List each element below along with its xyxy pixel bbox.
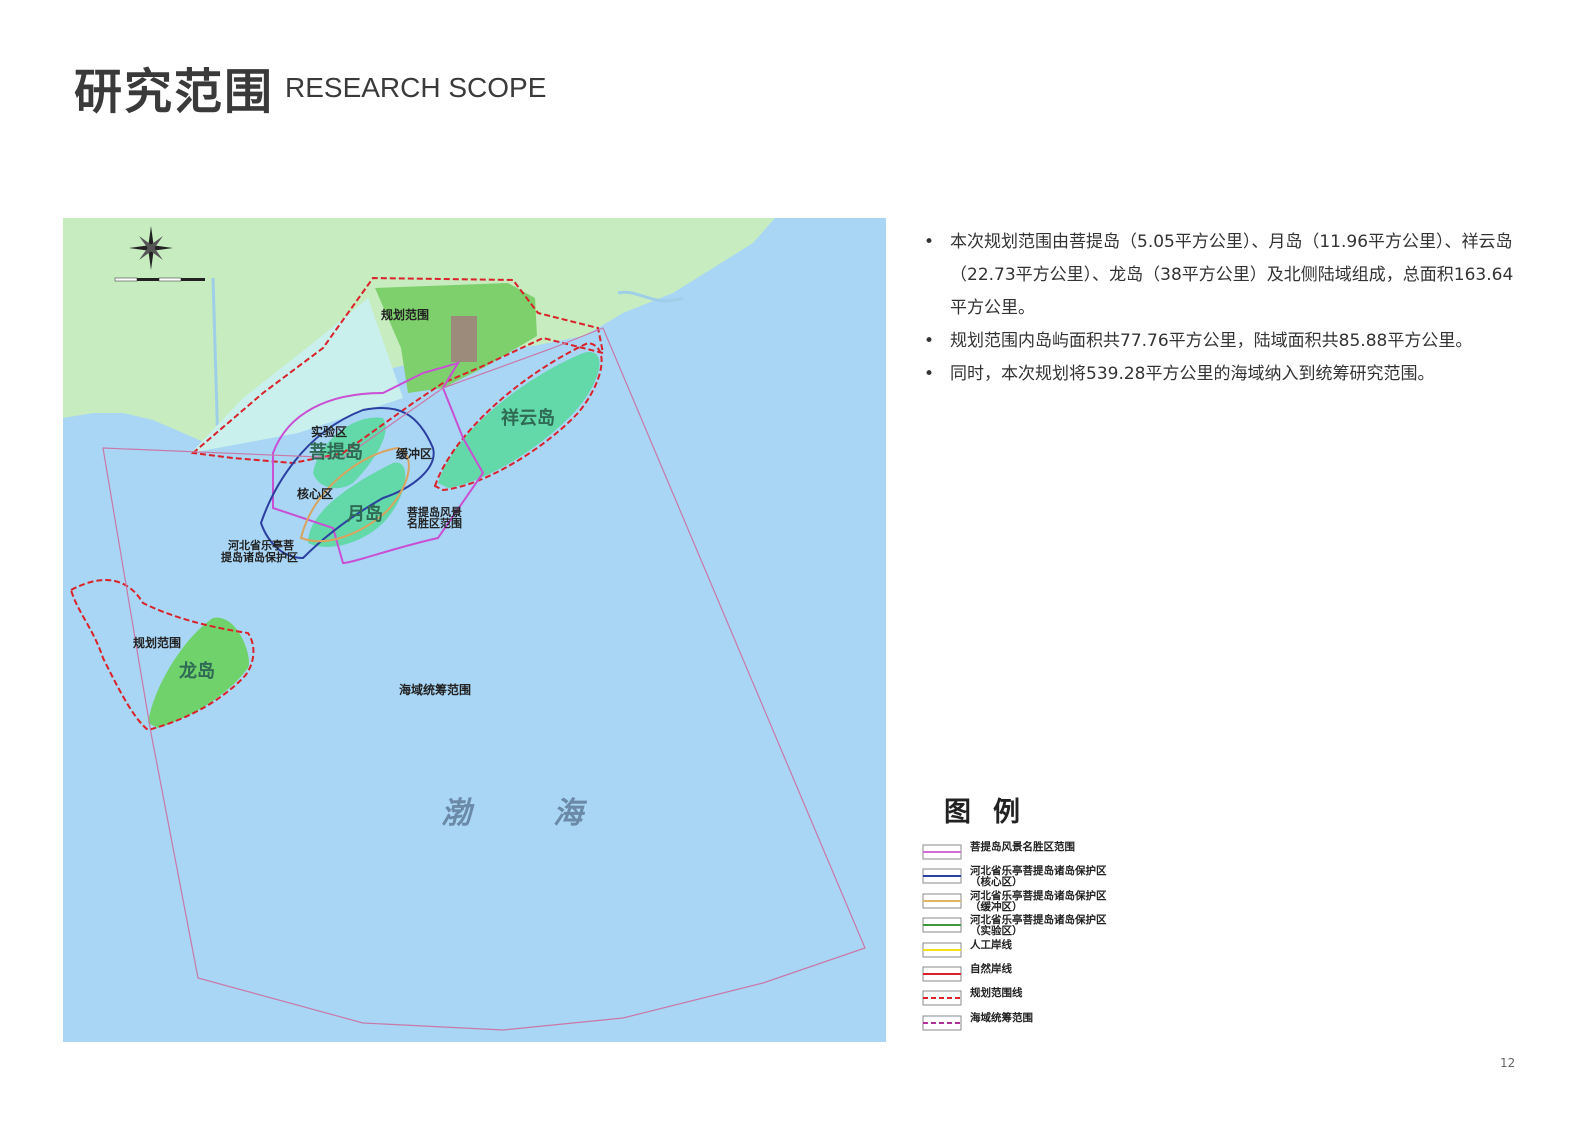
legend-item: 河北省乐亭菩提岛诸岛保护区 （核心区） <box>922 864 1222 888</box>
label-bohai-2: 海 <box>553 796 588 831</box>
legend-item: 人工岸线 <box>922 938 1222 962</box>
label-yue-island: 月岛 <box>346 503 383 525</box>
label-scenic-area: 菩提岛风景 名胜区范围 <box>407 505 466 530</box>
label-reserve-line1: 河北省乐亭菩 <box>228 538 294 552</box>
legend-item: 河北省乐亭菩提岛诸岛保护区 （实验区） <box>922 913 1222 937</box>
description-text: 规划范围内岛屿面积共77.76平方公里，陆域面积共85.88平方公里。 <box>950 331 1473 351</box>
legend-swatch <box>922 868 962 884</box>
bullet-icon: • <box>924 232 935 252</box>
legend-item: 规划范围线 <box>922 986 1222 1010</box>
legend-swatch <box>922 966 962 982</box>
legend-item: 菩提岛风景名胜区范围 <box>922 840 1222 864</box>
legend-label: 自然岸线 <box>970 962 1012 975</box>
legend-swatch <box>922 917 962 933</box>
scope-map: 规划范围 祥云岛 实验区 菩提岛 缓冲区 核心区 月岛 菩提岛风景 名胜区范围 … <box>63 218 886 1042</box>
legend-label: 菩提岛风景名胜区范围 <box>970 841 1075 853</box>
scale-bar <box>114 277 205 282</box>
label-sea-scope: 海域统筹范围 <box>399 682 471 697</box>
legend-label: 人工岸线 <box>970 938 1012 951</box>
scope-description-list: • 本次规划范围由菩提岛（5.05平方公里）、月岛（11.96平方公里）、祥云岛（… <box>922 226 1522 391</box>
label-reserve: 河北省乐亭菩 提岛诸岛保护区 <box>221 538 298 564</box>
page-number: 12 <box>1500 1056 1516 1070</box>
legend-label: 海域统筹范围 <box>970 1011 1033 1024</box>
label-bohai-1: 渤 <box>441 796 475 831</box>
label-plan-scope-long: 规划范围 <box>133 635 181 650</box>
legend-label: 河北省乐亭菩提岛诸岛保护区 （核心区） <box>970 865 1107 889</box>
map-legend: 菩提岛风景名胜区范围 河北省乐亭菩提岛诸岛保护区 （核心区） 河北省乐亭菩提岛诸… <box>922 840 1222 1035</box>
label-buffer-zone: 缓冲区 <box>396 446 432 461</box>
description-text: 同时，本次规划将539.28平方公里的海域纳入到统筹研究范围。 <box>950 364 1435 384</box>
description-text: 本次规划范围由菩提岛（5.05平方公里）、月岛（11.96平方公里）、祥云岛（2… <box>950 232 1514 318</box>
label-core-zone: 核心区 <box>297 486 333 501</box>
legend-label: 规划范围线 <box>970 987 1023 1000</box>
bullet-icon: • <box>924 364 935 384</box>
legend-swatch <box>922 844 962 860</box>
description-item: • 规划范围内岛屿面积共77.76平方公里，陆域面积共85.88平方公里。 <box>922 325 1522 358</box>
legend-swatch <box>922 893 962 909</box>
page-subtitle: RESEARCH SCOPE <box>285 72 547 103</box>
label-puti-island: 菩提岛 <box>309 441 363 463</box>
legend-item: 河北省乐亭菩提岛诸岛保护区 （缓冲区） <box>922 889 1222 913</box>
label-xiangyun-island: 祥云岛 <box>501 407 555 429</box>
page-title: 研究范围 <box>74 64 275 120</box>
legend-item: 自然岸线 <box>922 962 1222 986</box>
legend-label: 河北省乐亭菩提岛诸岛保护区 （实验区） <box>970 914 1107 938</box>
bullet-icon: • <box>924 331 935 351</box>
label-plan-scope-north: 规划范围 <box>381 307 429 322</box>
label-reserve-line2: 提岛诸岛保护区 <box>221 550 298 564</box>
label-long-island: 龙岛 <box>179 660 215 682</box>
legend-swatch <box>922 942 962 958</box>
description-item: • 本次规划范围由菩提岛（5.05平方公里）、月岛（11.96平方公里）、祥云岛（… <box>922 226 1522 325</box>
legend-swatch <box>922 990 962 1006</box>
legend-swatch <box>922 1015 962 1031</box>
legend-label: 河北省乐亭菩提岛诸岛保护区 （缓冲区） <box>970 889 1107 913</box>
label-experiment-zone: 实验区 <box>311 424 347 439</box>
legend-item: 海域统筹范围 <box>922 1011 1222 1035</box>
label-scenic-area-line2: 名胜区范围 <box>407 516 462 530</box>
legend-title: 图例 <box>944 797 1042 828</box>
description-item: • 同时，本次规划将539.28平方公里的海域纳入到统筹研究范围。 <box>922 358 1522 391</box>
built-block <box>451 316 477 362</box>
